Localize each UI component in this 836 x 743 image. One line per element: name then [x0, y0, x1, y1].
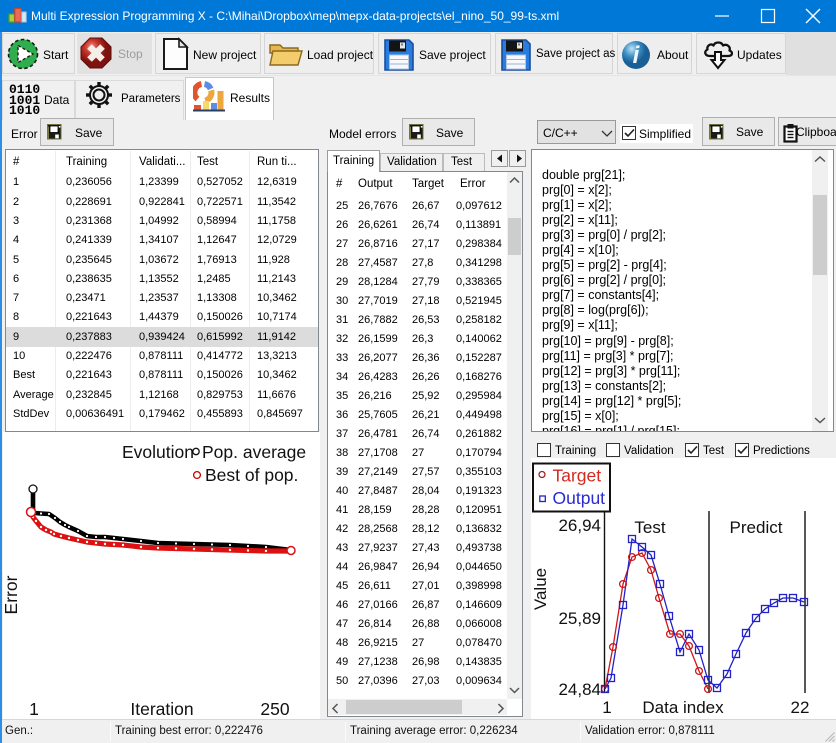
- svg-text:25,89: 25,89: [558, 609, 601, 628]
- svg-text:Best of pop.: Best of pop.: [205, 465, 298, 485]
- svg-text:22: 22: [791, 698, 810, 717]
- svg-text:Iteration: Iteration: [130, 699, 193, 719]
- svg-text:1: 1: [602, 698, 611, 717]
- svg-text:Target: Target: [553, 466, 602, 486]
- svg-text:Output: Output: [553, 488, 606, 508]
- svg-text:26,94: 26,94: [558, 516, 601, 535]
- svg-text:24,84: 24,84: [558, 680, 601, 699]
- svg-text:Data index: Data index: [642, 698, 724, 717]
- svg-text:1: 1: [29, 699, 39, 719]
- svg-text:Evolution: Evolution: [122, 442, 194, 462]
- svg-text:250: 250: [260, 699, 289, 719]
- svg-text:Predict: Predict: [730, 518, 783, 537]
- svg-text:Value: Value: [531, 568, 550, 610]
- svg-text:Pop. average: Pop. average: [202, 442, 306, 462]
- svg-text:Test: Test: [634, 518, 665, 537]
- svg-text:Error: Error: [3, 575, 21, 614]
